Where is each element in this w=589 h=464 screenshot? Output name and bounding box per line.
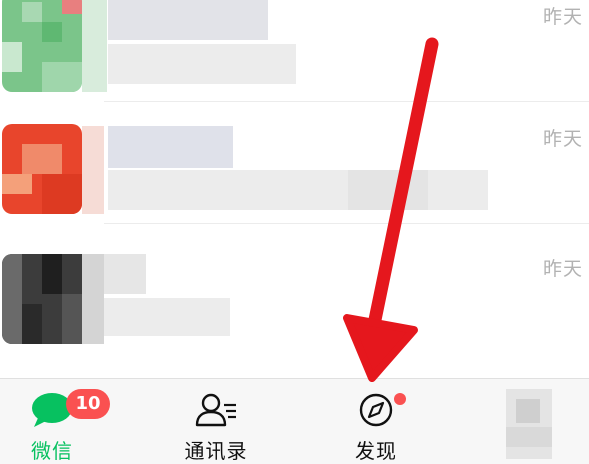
chat-time: 昨天	[542, 6, 583, 28]
chat-name	[108, 0, 268, 40]
tab-chats[interactable]: 10 微信	[0, 379, 122, 464]
avatar	[2, 254, 82, 344]
tab-me[interactable]	[470, 379, 589, 464]
me-icon	[506, 389, 552, 459]
chat-preview	[108, 170, 488, 210]
chat-name	[104, 254, 146, 294]
chat-row[interactable]: 昨天	[0, 0, 589, 102]
chat-row[interactable]: 昨天	[0, 234, 589, 354]
tab-label: 微信	[31, 439, 73, 463]
chat-preview	[104, 298, 230, 336]
tab-contacts[interactable]: 通讯录	[146, 379, 286, 464]
avatar	[2, 124, 82, 214]
chat-list: 昨天 昨天 昨天	[0, 0, 589, 378]
chat-name	[108, 126, 233, 168]
tab-label: 通讯录	[184, 439, 248, 463]
avatar	[2, 0, 82, 92]
unread-badge: 10	[66, 389, 110, 419]
bottom-tab-bar: 10 微信 通讯录 发现	[0, 378, 589, 464]
divider	[104, 101, 589, 102]
compass-icon	[359, 393, 393, 427]
tab-label: 发现	[355, 439, 397, 463]
chat-time: 昨天	[542, 258, 583, 280]
divider	[104, 223, 589, 224]
notification-dot	[394, 393, 406, 405]
chat-preview	[108, 44, 296, 84]
chat-row[interactable]: 昨天	[0, 104, 589, 224]
tab-discover[interactable]: 发现	[306, 379, 446, 464]
contacts-icon	[195, 393, 236, 427]
chat-time: 昨天	[542, 128, 583, 150]
